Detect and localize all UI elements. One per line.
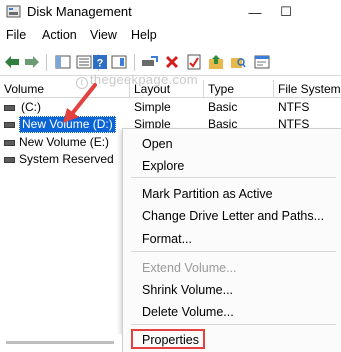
drive-icon [4,139,15,146]
horizontal-scrollbar[interactable] [0,334,122,352]
menu-item-explore[interactable]: Explore [142,159,184,173]
menu-item-delete-volume[interactable]: Delete Volume... [142,305,234,319]
volume-name: (C:) [21,100,41,114]
menu-item-format[interactable]: Format... [142,232,192,246]
volume-cell: (C:) [4,99,41,116]
volume-name: New Volume (E:) [19,135,110,149]
volume-cell: System Reserved [4,151,114,168]
maximize-button[interactable]: ☐ [266,0,306,24]
file-system-cell: NTFS [278,100,310,114]
settings-window-icon[interactable] [252,52,272,72]
search-folder-icon[interactable] [228,52,248,72]
scrollbar-thumb[interactable] [6,341,114,344]
connect-disk-icon[interactable] [140,52,160,72]
drive-icon [4,156,15,163]
up-folder-icon[interactable] [206,52,226,72]
delete-icon[interactable] [162,52,182,72]
console-tree-icon[interactable] [53,52,73,72]
toolbar-separator [46,54,47,71]
forward-arrow-icon[interactable] [22,52,42,72]
menu-help[interactable]: Help [131,28,157,42]
toolbar-separator [134,54,135,71]
menu-separator [131,251,336,252]
menu-item-extend-volume: Extend Volume... [142,261,237,275]
drive-icon [4,104,15,111]
context-menu: Open Explore Mark Partition as Active Ch… [122,128,341,352]
disk-management-icon [6,5,21,18]
help-icon[interactable]: ? [90,52,110,72]
menu-item-shrink-volume[interactable]: Shrink Volume... [142,283,233,297]
volume-name: System Reserved [19,152,114,166]
window-title: Disk Management [27,4,132,19]
svg-text:?: ? [97,58,104,70]
volume-cell: New Volume (E:) [4,134,109,151]
check-document-icon[interactable] [184,52,204,72]
menu-view[interactable]: View [90,28,117,42]
column-header-file-system[interactable]: File System [274,80,341,98]
title-bar: Disk Management — ☐ [0,0,341,24]
properties-highlight-box [131,329,205,349]
menu-separator [131,177,336,178]
menu-bar: File Action View Help [0,25,341,47]
layout-cell: Simple [134,100,171,114]
drive-icon [4,121,15,128]
annotation-arrow-icon [63,83,97,123]
menu-action[interactable]: Action [42,28,77,42]
menu-item-change-drive-letter[interactable]: Change Drive Letter and Paths... [142,209,324,223]
view-pane-icon[interactable] [109,52,129,72]
menu-item-mark-partition-active[interactable]: Mark Partition as Active [142,187,273,201]
menu-file[interactable]: File [6,28,26,42]
menu-item-open[interactable]: Open [142,137,173,151]
type-cell: Basic [208,100,238,114]
back-arrow-icon[interactable] [2,52,22,72]
column-header-type[interactable]: Type [204,80,274,98]
table-row[interactable]: (C:) Simple Basic NTFS [0,99,341,116]
menu-separator [131,324,336,325]
